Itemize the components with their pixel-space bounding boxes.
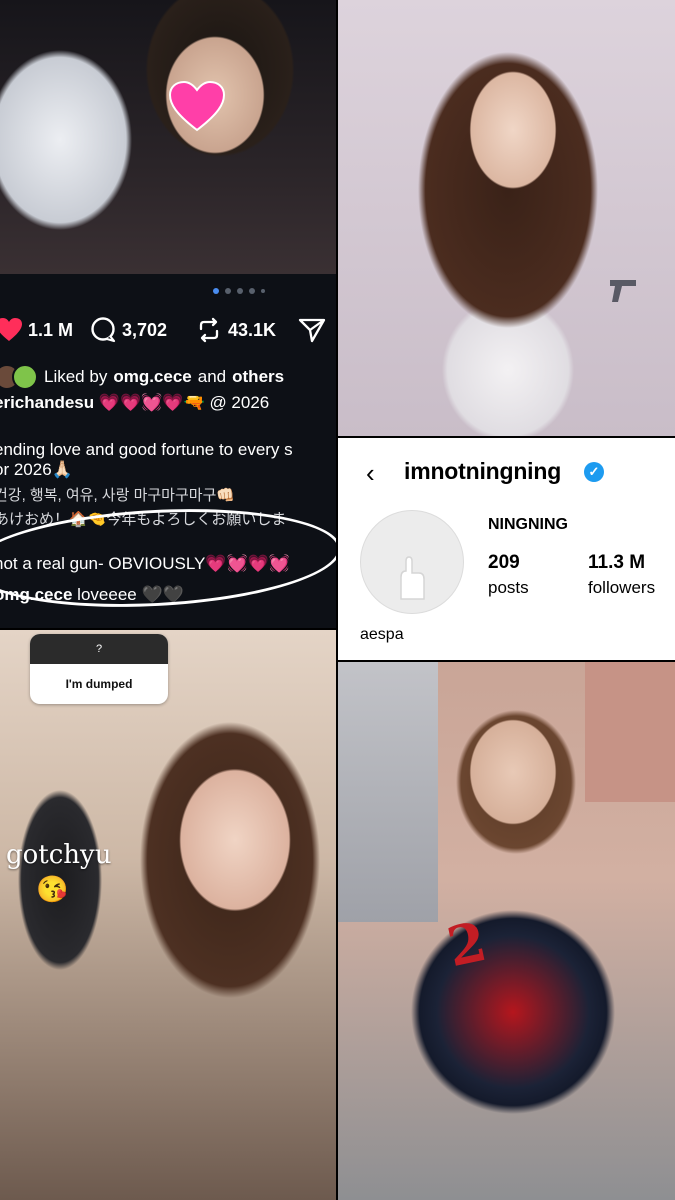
caption-tail: 💗💗💓💗🔫 @ 2026 [98,393,270,412]
question-answer: I'm dumped [65,677,133,691]
portrait-photo [338,0,675,436]
carousel-dot[interactable] [225,288,231,294]
gun-tattoo-icon [610,280,636,302]
question-mark: ? [30,634,168,664]
display-name: NINGNING [488,516,568,533]
repost-icon[interactable] [196,317,222,343]
followers-count[interactable]: 11.3 M [588,552,645,574]
caption-line: erichandesu 💗💗💓💗🔫 @ 2026 [0,393,269,413]
avatar[interactable] [12,364,38,390]
profile-card: ‹ imnotningning ✓ NINGNING 209 posts 11.… [338,438,675,660]
liked-by-prefix: Liked by [44,367,108,386]
carousel-dot[interactable] [249,288,255,294]
comment-stat[interactable]: 3,702 [90,317,167,343]
social-post-panel: 1.1 M 3,702 43.1K Liked by omg.cece and … [0,0,336,628]
caption-text-3: 건강, 행복, 여유, 사랑 마구마구마구👊🏻 [0,487,236,504]
like-stat[interactable]: 1.1 M [0,318,73,342]
followers-label[interactable]: followers [588,578,655,598]
post-photo [0,0,336,274]
posts-count[interactable]: 209 [488,552,520,574]
comment-icon[interactable] [90,317,116,343]
profile-username: imnotningning [404,458,562,484]
heart-icon[interactable] [0,318,22,342]
caption-username[interactable]: erichandesu [0,393,94,412]
carousel-dot[interactable] [213,288,219,294]
liked-by-others[interactable]: others [232,367,284,387]
question-sticker[interactable]: ? I'm dumped [30,634,168,704]
story-text-sticker: gotchyu [6,840,112,870]
story-photo: ? I'm dumped gotchyu 😘 [0,630,336,1200]
back-icon[interactable]: ‹ [366,458,375,489]
comment-count: 3,702 [122,319,168,340]
building-shape [338,662,438,922]
liked-by-and: and [197,367,227,386]
jacket-print: 2 [441,908,492,980]
share-stat[interactable] [298,317,326,343]
street-photo: 2 [338,662,675,1200]
heart-sticker-icon [168,80,226,132]
profile-avatar[interactable] [360,510,464,614]
avatar-hand-icon [400,556,425,600]
liked-by-user[interactable]: omg.cece [113,367,191,387]
carousel-dots [213,288,265,294]
caption-text-1: ending love and good fortune to every s [0,440,293,459]
liked-by-row: Liked by omg.cece and others [0,364,284,390]
repost-stat[interactable]: 43.1K [196,317,276,343]
verified-icon: ✓ [584,462,604,482]
building-shape [585,662,675,802]
repost-count: 43.1K [228,319,277,340]
caption-text-2: or 2026🙏🏻 [0,460,73,479]
profile-bio: aespa [360,626,404,643]
carousel-dot[interactable] [261,289,265,293]
carousel-dot[interactable] [237,288,243,294]
share-icon[interactable] [298,317,326,343]
post-stats: 1.1 M 3,702 43.1K [0,312,336,348]
kiss-emoji: 😘 [36,874,69,904]
posts-label[interactable]: posts [488,578,529,598]
like-count: 1.1 M [28,319,74,340]
